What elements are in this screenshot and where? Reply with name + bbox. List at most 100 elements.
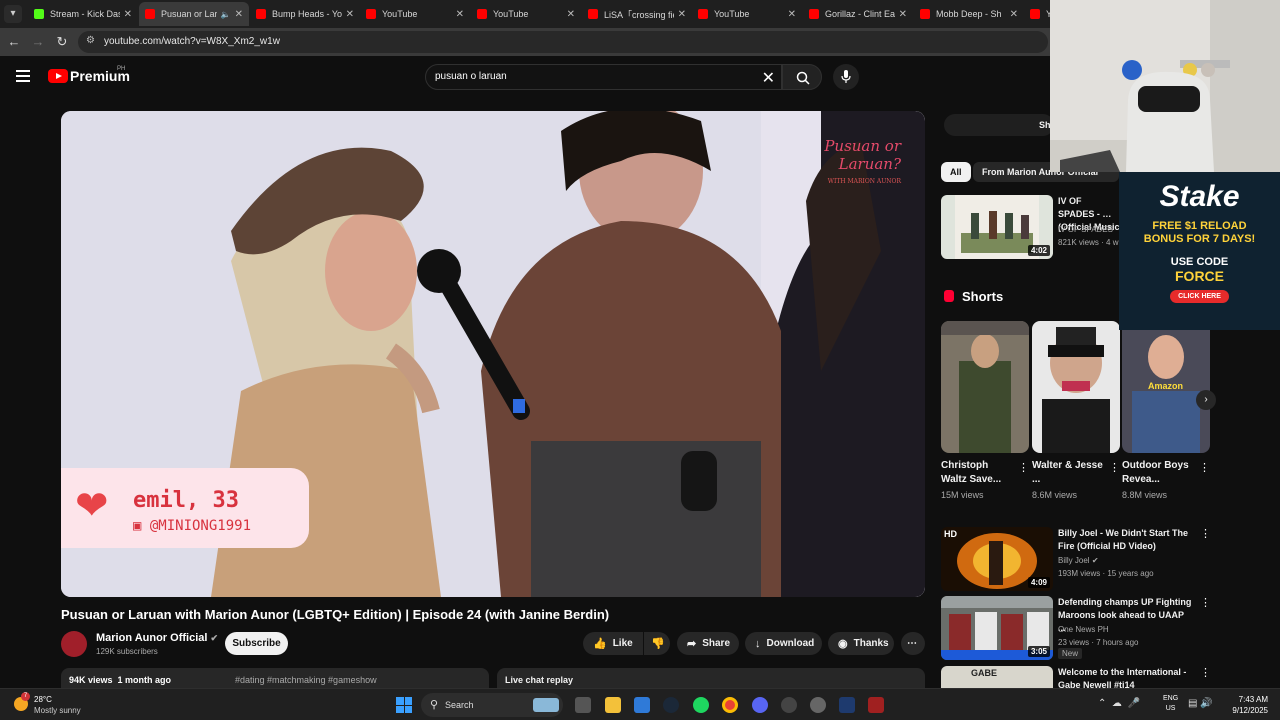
more-vertical-icon[interactable]: ⋮ bbox=[1199, 461, 1210, 474]
recommended-video[interactable]: GABE Welcome to the International - Gabe… bbox=[941, 666, 1211, 688]
chrome-icon[interactable] bbox=[722, 697, 738, 713]
download-button[interactable]: ↓ Download bbox=[745, 632, 822, 655]
video-thumbnail[interactable]: GABE bbox=[941, 666, 1053, 688]
youtube-logo-icon[interactable] bbox=[48, 69, 68, 83]
tab-title: YouTube bbox=[493, 9, 529, 19]
video-channel[interactable]: Billy Joel ✔ bbox=[1058, 556, 1099, 565]
tab-close-icon[interactable]: ✕ bbox=[346, 9, 354, 20]
dota-icon[interactable] bbox=[868, 697, 884, 713]
browser-tab[interactable]: LiSA「crossing fie ✕ bbox=[582, 2, 692, 26]
channel-name[interactable]: Marion Aunor Official ✔ bbox=[96, 632, 218, 644]
app-icon[interactable] bbox=[781, 697, 797, 713]
tab-close-icon[interactable]: ✕ bbox=[678, 9, 686, 20]
search-input[interactable]: pusuan o laruan ✕ bbox=[425, 64, 782, 90]
store-icon[interactable] bbox=[634, 697, 650, 713]
short-thumbnail[interactable]: Amazon bbox=[1122, 321, 1210, 453]
tab-close-icon[interactable]: ✕ bbox=[124, 9, 132, 20]
channel-text: Billy Joel bbox=[1058, 556, 1090, 565]
video-title[interactable]: Billy Joel - We Didn't Start The Fire (O… bbox=[1058, 527, 1193, 553]
steam-icon[interactable] bbox=[663, 697, 679, 713]
short-thumbnail[interactable] bbox=[941, 321, 1029, 453]
hamburger-menu-icon[interactable] bbox=[16, 70, 30, 82]
browser-tab[interactable]: Mobb Deep - Sh ✕ bbox=[914, 2, 1024, 26]
youtube-favicon-icon bbox=[809, 9, 819, 19]
back-arrow-icon[interactable]: ← bbox=[6, 34, 22, 50]
recommended-video[interactable]: 3:05 Defending champs UP Fighting Maroon… bbox=[941, 596, 1211, 660]
browser-tab[interactable]: Stream - Kick Das ✕ bbox=[28, 2, 138, 26]
search-button[interactable] bbox=[782, 64, 822, 90]
contestant-lower-third: ❤ emil, 33 ▣ @MINIONG1991 bbox=[61, 468, 309, 548]
ad-cta-button[interactable]: CLICK HERE bbox=[1170, 290, 1229, 303]
app-icon[interactable] bbox=[810, 697, 826, 713]
hashtags[interactable]: #dating #matchmaking #gameshow bbox=[235, 675, 377, 685]
search-icon: ⚲ bbox=[430, 699, 439, 711]
short-card[interactable]: Christoph Waltz Save... 15M views ⋮ bbox=[941, 321, 1029, 500]
system-tray[interactable]: ⌃ ☁ 🎤 bbox=[1098, 698, 1140, 709]
tab-close-icon[interactable]: ✕ bbox=[899, 9, 907, 20]
kick-favicon-icon bbox=[34, 9, 44, 19]
shorts-next-chevron-icon[interactable]: › bbox=[1196, 390, 1216, 410]
voice-search-button[interactable] bbox=[833, 64, 859, 90]
tab-search-menu-button[interactable]: ▾ bbox=[4, 5, 22, 23]
video-thumbnail[interactable]: 3:05 bbox=[941, 596, 1053, 660]
browser-tab[interactable]: Gorillaz - Clint Ea ✕ bbox=[803, 2, 913, 26]
like-button[interactable]: 👍 Like bbox=[583, 632, 643, 655]
windows-taskbar: 7 28°C Mostly sunny ⚲ Search ⌃ ☁ 🎤 ENG US… bbox=[0, 688, 1280, 720]
video-title[interactable]: Welcome to the International - Gabe Newe… bbox=[1058, 666, 1193, 688]
share-button[interactable]: ➦ Share bbox=[677, 632, 739, 655]
youtube-favicon-icon bbox=[588, 9, 598, 19]
tab-close-icon[interactable]: ✕ bbox=[456, 9, 464, 20]
input-language[interactable]: ENG US bbox=[1163, 694, 1178, 714]
network-volume-icons[interactable]: ▤ 🔊 bbox=[1188, 698, 1213, 709]
terminal-icon[interactable] bbox=[839, 697, 855, 713]
browser-tab[interactable]: Bump Heads - Yo ✕ bbox=[250, 2, 360, 26]
clock[interactable]: 7:43 AM 9/12/2025 bbox=[1226, 694, 1268, 716]
short-card[interactable]: Walter & Jesse ... 8.6M views ⋮ bbox=[1032, 321, 1120, 500]
thanks-icon: ◉ bbox=[838, 638, 848, 650]
discord-icon[interactable] bbox=[752, 697, 768, 713]
tab-close-icon[interactable]: ✕ bbox=[788, 9, 796, 20]
video-channel[interactable]: One News PH bbox=[1058, 625, 1109, 634]
spotify-icon[interactable] bbox=[693, 697, 709, 713]
browser-tab[interactable]: YouTube ✕ bbox=[692, 2, 802, 26]
watermark-line2: Laruan? bbox=[838, 155, 901, 173]
browser-tab[interactable]: YouTube ✕ bbox=[471, 2, 581, 26]
site-info-icon[interactable]: ⚙ bbox=[86, 35, 100, 49]
browser-tab[interactable]: YouTube ✕ bbox=[360, 2, 470, 26]
more-vertical-icon[interactable]: ⋮ bbox=[1018, 461, 1029, 474]
speaker-icon[interactable]: 🔈 bbox=[221, 10, 231, 19]
tab-close-icon[interactable]: ✕ bbox=[567, 9, 575, 20]
subscribe-button[interactable]: Subscribe bbox=[225, 632, 288, 655]
search-query: pusuan o laruan bbox=[435, 71, 507, 82]
video-thumbnail[interactable]: HD 4:09 bbox=[941, 527, 1053, 591]
short-card[interactable]: Amazon Outdoor Boys Revea... 8.8M views … bbox=[1122, 321, 1210, 500]
tab-close-icon[interactable]: ✕ bbox=[1010, 9, 1018, 20]
taskbar-search[interactable]: ⚲ Search bbox=[421, 693, 563, 717]
recommended-video[interactable]: HD 4:09 Billy Joel - We Didn't Start The… bbox=[941, 527, 1211, 591]
video-player[interactable]: Pusuan or Laruan? WITH MARION AUNOR ❤ em… bbox=[61, 111, 925, 597]
video-thumbnail[interactable]: 4:02 bbox=[941, 195, 1053, 259]
ad-line1: FREE $1 RELOAD BONUS FOR 7 DAYS! bbox=[1119, 220, 1280, 246]
windows-start-icon[interactable] bbox=[396, 697, 412, 713]
webcam-image bbox=[1050, 0, 1280, 172]
channel-avatar[interactable] bbox=[61, 631, 87, 657]
more-vertical-icon[interactable]: ⋮ bbox=[1200, 666, 1211, 679]
more-vertical-icon[interactable]: ⋮ bbox=[1200, 596, 1211, 609]
reload-icon[interactable]: ↻ bbox=[54, 34, 70, 50]
clear-search-icon[interactable]: ✕ bbox=[762, 68, 775, 88]
chip-all[interactable]: All bbox=[941, 162, 971, 182]
dislike-button[interactable]: 👎 bbox=[644, 632, 670, 655]
tab-close-icon[interactable]: ✕ bbox=[235, 9, 243, 20]
thanks-button[interactable]: ◉ Thanks bbox=[828, 632, 894, 655]
more-actions-button[interactable]: ⋯ bbox=[901, 632, 925, 655]
share-bar[interactable]: Sh bbox=[944, 114, 1054, 136]
video-channel[interactable]: IV OF SPADES bbox=[1058, 225, 1113, 234]
task-view-icon[interactable] bbox=[575, 697, 591, 713]
forward-arrow-icon[interactable]: → bbox=[30, 34, 46, 50]
short-thumbnail[interactable] bbox=[1032, 321, 1120, 453]
address-bar[interactable]: ⚙ youtube.com/watch?v=W8X_Xm2_w1w bbox=[78, 31, 1048, 53]
file-explorer-icon[interactable] bbox=[605, 697, 621, 713]
browser-tab-active[interactable]: Pusuan or Lar 🔈 ✕ bbox=[139, 2, 249, 26]
more-vertical-icon[interactable]: ⋮ bbox=[1109, 461, 1120, 474]
more-vertical-icon[interactable]: ⋮ bbox=[1200, 527, 1211, 540]
